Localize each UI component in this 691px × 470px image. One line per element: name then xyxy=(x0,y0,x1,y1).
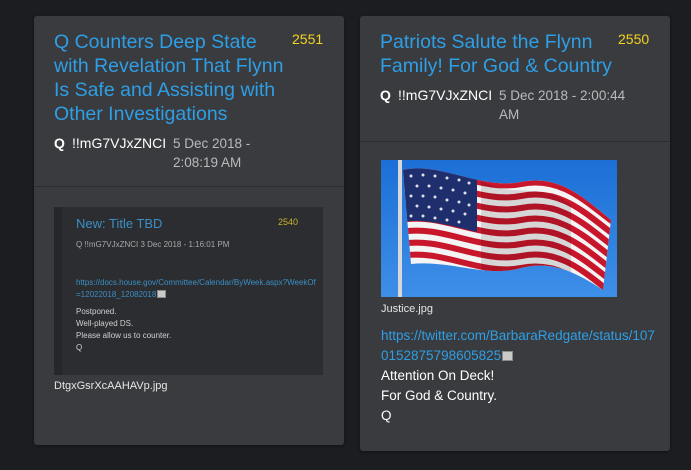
post-date: 5 Dec 2018 - 2:08:19 AM xyxy=(173,136,251,170)
post-divider xyxy=(34,186,344,187)
post-line: For God & Country. xyxy=(381,388,498,403)
post-title[interactable]: Q Counters Deep State with Revelation Th… xyxy=(54,30,294,126)
embedded-screenshot[interactable]: New: Title TBD 2540 Q !!mG7VJxZNCI 3 Dec… xyxy=(54,207,323,375)
post-link[interactable]: https://twitter.com/BarbaraRedgate/statu… xyxy=(381,326,656,366)
post-body: https://twitter.com/BarbaraRedgate/statu… xyxy=(381,326,656,426)
image-filename[interactable]: DtgxGsrXcAAHAVp.jpg xyxy=(54,380,168,392)
post-tripcode: !!mG7VJxZNCI xyxy=(398,87,493,103)
embedded-title: New: Title TBD xyxy=(76,216,163,231)
post-tripcode: !!mG7VJxZNCI xyxy=(72,135,167,151)
us-flag-picture xyxy=(381,160,617,297)
archive-icon xyxy=(502,351,514,361)
post-number[interactable]: 2550 xyxy=(618,31,649,47)
embedded-body: Postponed. Well-played DS. Please allow … xyxy=(76,307,172,352)
post-card-2550: Patriots Salute the Flynn Family! For Go… xyxy=(360,16,670,451)
post-author: Q xyxy=(380,87,391,103)
post-title[interactable]: Patriots Salute the Flynn Family! For Go… xyxy=(380,30,620,78)
post-date: 5 Dec 2018 - 2:00:44 AM xyxy=(499,88,626,122)
post-author: Q xyxy=(54,135,65,151)
embedded-link: https://docs.house.gov/Committee/Calenda… xyxy=(76,278,316,299)
post-divider xyxy=(360,141,670,142)
post-line: Attention On Deck! xyxy=(381,368,495,383)
post-number[interactable]: 2551 xyxy=(292,31,323,47)
flag-image[interactable] xyxy=(381,160,617,297)
post-card-2551: Q Counters Deep State with Revelation Th… xyxy=(34,16,344,445)
embedded-meta: Q !!mG7VJxZNCI 3 Dec 2018 - 1:16:01 PM xyxy=(76,240,230,249)
post-line: Q xyxy=(381,408,392,423)
image-filename[interactable]: Justice.jpg xyxy=(381,303,433,315)
embedded-number: 2540 xyxy=(278,217,299,227)
archive-icon xyxy=(157,290,167,298)
